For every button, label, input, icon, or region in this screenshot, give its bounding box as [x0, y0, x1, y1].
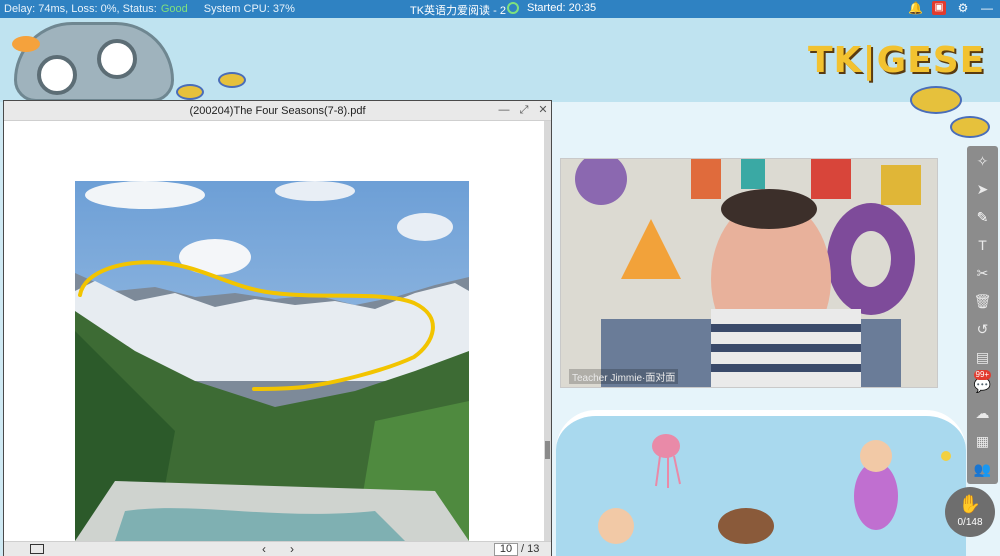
raise-hand-button[interactable]: ✋ 0/148 [945, 487, 995, 537]
hand-icon: ✋ [958, 494, 982, 514]
pen-icon[interactable]: ✎ [972, 206, 994, 228]
bell-icon[interactable]: 🔔 [908, 1, 923, 15]
pdf-footer: ‹ › 10 / 13 [4, 541, 551, 556]
ufo-window-left [37, 55, 77, 95]
teacher-video-frame [561, 159, 937, 387]
courseware-icon[interactable]: ▤ [972, 346, 994, 368]
teacher-name-label: Teacher Jimmie·面对面 [569, 369, 679, 384]
ufo-illustration [14, 22, 174, 102]
undo-icon[interactable]: ↺ [972, 318, 994, 340]
whiteboard-toolbar: ✧ ➤ ✎ T ✂ 🗑 ↺ ▤ 💬 99+ ☁ ▦ 👥 [967, 146, 998, 484]
annotation-drawing [78, 260, 435, 391]
network-stats: Delay: 74ms, Loss: 0%, Status: [4, 3, 157, 15]
pdf-page[interactable] [4, 121, 544, 541]
status-bar: Delay: 74ms, Loss: 0%, Status: Good Syst… [0, 0, 1000, 18]
minimize-icon[interactable]: — [980, 1, 994, 15]
toolbox-icon[interactable]: ▦ [972, 430, 994, 452]
toolbox-icon[interactable]: ▣ [932, 1, 946, 15]
teacher-video: Teacher Jimmie·面对面 [560, 158, 938, 388]
network-status-value: Good [160, 3, 188, 15]
trash-icon[interactable]: 🗑 [972, 290, 994, 312]
fish-illustration [218, 72, 246, 88]
fish-illustration [176, 84, 204, 100]
maximize-icon[interactable]: ⤢ [518, 104, 530, 116]
class-start-time: Started: 20:35 [527, 2, 597, 14]
pdf-scrollbar[interactable] [544, 121, 551, 541]
prev-page-icon[interactable]: ‹ [262, 542, 266, 556]
text-icon[interactable]: T [972, 234, 994, 256]
clock-icon [507, 2, 519, 14]
fish-illustration [910, 86, 962, 114]
minimize-icon[interactable]: — [498, 104, 510, 116]
cloud-icon[interactable]: ☁ [972, 402, 994, 424]
chat-icon[interactable]: 💬 99+ [972, 370, 994, 396]
pdf-title: (200204)The Four Seasons(7-8).pdf [189, 105, 366, 117]
scissors-icon[interactable]: ✂ [972, 262, 994, 284]
thumbnails-icon[interactable] [30, 544, 44, 554]
close-icon[interactable]: ✕ [537, 104, 549, 116]
fish-illustration [12, 36, 40, 52]
ufo-window-right [97, 39, 137, 79]
users-icon[interactable]: 👥 [972, 458, 994, 480]
pdf-viewer-window: (200204)The Four Seasons(7-8).pdf — ⤢ ✕ [3, 100, 552, 556]
fish-illustration [950, 116, 990, 138]
pdf-titlebar[interactable]: (200204)The Four Seasons(7-8).pdf — ⤢ ✕ [4, 101, 551, 121]
page-number-input[interactable]: 10 [494, 543, 518, 556]
gear-icon[interactable]: ⚙ [956, 1, 970, 15]
chat-badge: 99+ [973, 370, 992, 380]
sea-creatures [598, 434, 951, 544]
cursor-icon[interactable]: ➤ [972, 178, 994, 200]
cpu-usage: System CPU: 37% [203, 3, 295, 15]
pdf-scroll-thumb[interactable] [545, 441, 550, 459]
next-page-icon[interactable]: › [290, 542, 294, 556]
hand-count: 0/148 [957, 517, 983, 528]
laser-pointer-icon[interactable]: ✧ [972, 150, 994, 172]
class-title: TK英语力爱阅读 - 2 [410, 5, 506, 17]
page-total: / 13 [521, 543, 540, 555]
sea-illustration [556, 410, 966, 556]
brand-logo: TK|GESE [808, 40, 986, 81]
